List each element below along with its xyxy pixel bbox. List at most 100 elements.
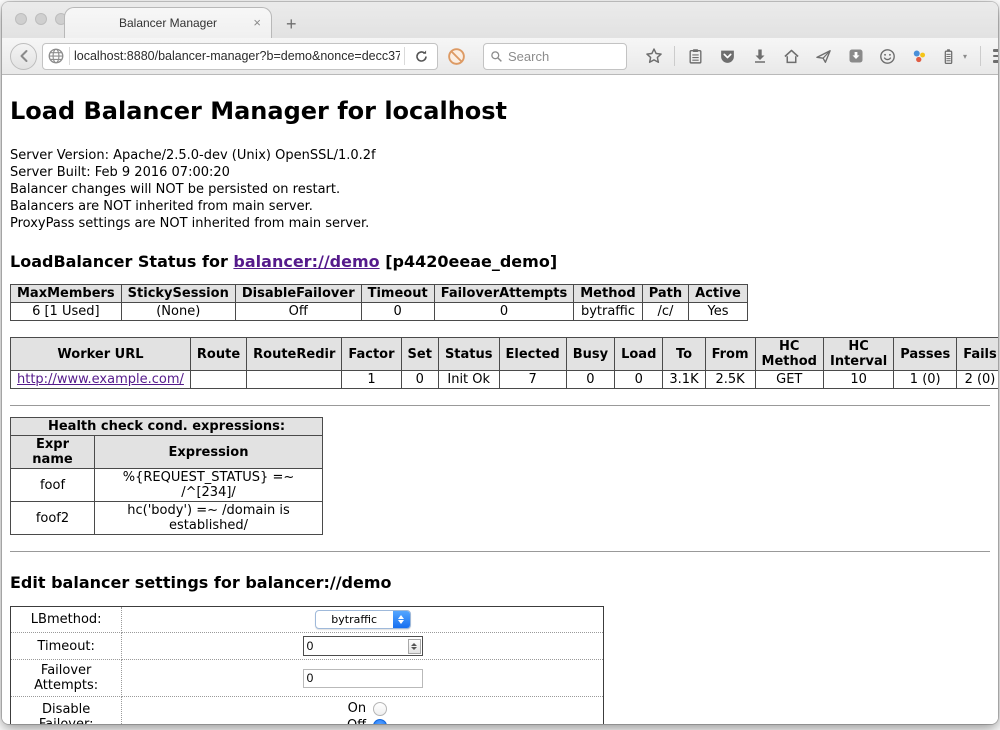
bookmarks-menu-button[interactable] [682, 43, 709, 70]
col-stickysession: StickySession [121, 285, 235, 303]
balancer-demo-link[interactable]: balancer://demo [233, 252, 379, 271]
col-active: Active [689, 285, 748, 303]
disable-failover-off-radio[interactable] [373, 719, 387, 725]
col-status: Status [438, 338, 499, 371]
overflow-caret-icon[interactable]: ▾ [963, 52, 973, 61]
col-busy: Busy [566, 338, 614, 371]
urlbar-divider [69, 47, 70, 65]
col-expr-name: Expr name [11, 436, 95, 469]
search-input[interactable] [508, 49, 620, 64]
cell-load: 0 [615, 371, 663, 389]
downloads-button[interactable] [746, 43, 773, 70]
form-row-timeout: Timeout: [11, 633, 604, 660]
loadbalancer-status-heading: LoadBalancer Status for balancer://demo … [10, 252, 990, 271]
smiley-icon [879, 48, 896, 65]
cell-expr-name: foof [11, 469, 95, 502]
health-table-title: Health check cond. expressions: [11, 418, 323, 436]
cell-hc-method: GET [755, 371, 823, 389]
window-close-button[interactable] [15, 13, 27, 25]
tab-close-icon[interactable]: × [253, 15, 261, 31]
send-tab-button[interactable] [810, 43, 837, 70]
search-icon [490, 50, 503, 63]
clipboard-icon [687, 48, 704, 65]
col-failoverattempts: FailoverAttempts [434, 285, 574, 303]
cell-active: Yes [689, 303, 748, 321]
feedback-button[interactable] [874, 43, 901, 70]
cell-fails: 2 (0) [957, 371, 998, 389]
failover-attempts-input[interactable] [303, 669, 423, 688]
extension-dots-button[interactable] [906, 43, 933, 70]
section-divider [10, 405, 990, 407]
notice-persist: Balancer changes will NOT be persisted o… [10, 181, 990, 198]
col-route: Route [190, 338, 246, 371]
col-elected: Elected [499, 338, 566, 371]
timeout-input[interactable] [304, 639, 408, 653]
col-maxmembers: MaxMembers [11, 285, 122, 303]
cell-expression: hc('body') =~ /domain is established/ [95, 502, 323, 535]
col-passes: Passes [894, 338, 957, 371]
cell-expr-name: foof2 [11, 502, 95, 535]
tab-balancer-manager[interactable]: Balancer Manager × [64, 7, 272, 38]
hamburger-icon [993, 49, 998, 63]
col-load: Load [615, 338, 663, 371]
cell-route [190, 371, 246, 389]
menu-button[interactable] [988, 43, 998, 70]
disable-failover-on-radio[interactable] [373, 702, 387, 716]
col-disablefailover: DisableFailover [235, 285, 361, 303]
cell-routeredir [247, 371, 342, 389]
search-bar[interactable] [483, 43, 627, 70]
new-tab-button[interactable]: + [286, 15, 297, 33]
col-factor: Factor [342, 338, 401, 371]
window-minimize-button[interactable] [35, 13, 47, 25]
url-input[interactable] [74, 49, 400, 63]
battery-icon [941, 48, 956, 65]
home-button[interactable] [778, 43, 805, 70]
timeout-label: Timeout: [11, 633, 122, 660]
download-arrow-icon [752, 48, 768, 64]
lbmethod-select[interactable]: bytraffic [315, 610, 411, 629]
reload-button[interactable] [409, 43, 433, 70]
col-from: From [705, 338, 755, 371]
browser-window: Balancer Manager × + [2, 2, 998, 724]
col-hc-interval: HC Interval [823, 338, 893, 371]
col-fails: Fails [957, 338, 998, 371]
battery-extension-button[interactable] [938, 43, 958, 70]
col-set: Set [401, 338, 438, 371]
home-icon [783, 48, 800, 65]
col-method: Method [574, 285, 642, 303]
cell-to: 3.1K [663, 371, 705, 389]
content-blocker-button[interactable] [443, 43, 470, 70]
back-button[interactable] [10, 43, 37, 70]
page-title: Load Balancer Manager for localhost [10, 97, 990, 125]
failover-attempts-label: Failover Attempts: [11, 660, 122, 697]
form-row-failover-attempts: Failover Attempts: [11, 660, 604, 697]
form-row-disable-failover: Disable Failover: On Off [11, 697, 604, 725]
server-built: Server Built: Feb 9 2016 07:00:20 [10, 164, 990, 181]
table-title-row: Health check cond. expressions: [11, 418, 323, 436]
disable-failover-label: Disable Failover: [11, 697, 122, 725]
save-page-button[interactable] [842, 43, 869, 70]
pocket-button[interactable] [714, 43, 741, 70]
table-header-row: MaxMembers StickySession DisableFailover… [11, 285, 748, 303]
bookmark-star-button[interactable] [640, 43, 667, 70]
cell-disablefailover: Off [235, 303, 361, 321]
number-spinner-icon[interactable] [408, 639, 421, 654]
edit-balancer-form: LBmethod: bytraffic Timeout: [10, 606, 604, 724]
navigation-toolbar: ▾ [2, 38, 998, 75]
cell-set: 0 [401, 371, 438, 389]
form-row-lbmethod: LBmethod: bytraffic [11, 607, 604, 633]
url-bar[interactable] [42, 43, 438, 70]
radio-on-label: On [338, 700, 366, 717]
star-icon [645, 47, 663, 65]
paper-plane-icon [815, 48, 832, 65]
col-routeredir: RouteRedir [247, 338, 342, 371]
cell-path: /c/ [642, 303, 688, 321]
toolbar-separator [674, 46, 675, 66]
notice-inherit-balancers: Balancers are NOT inherited from main se… [10, 198, 990, 215]
server-info: Server Version: Apache/2.5.0-dev (Unix) … [10, 147, 990, 232]
worker-url-link[interactable]: http://www.example.com/ [17, 372, 184, 387]
select-stepper-icon [393, 611, 410, 628]
cell-hc-interval: 10 [823, 371, 893, 389]
balancer-status-table: MaxMembers StickySession DisableFailover… [10, 284, 748, 321]
cell-method: bytraffic [574, 303, 642, 321]
